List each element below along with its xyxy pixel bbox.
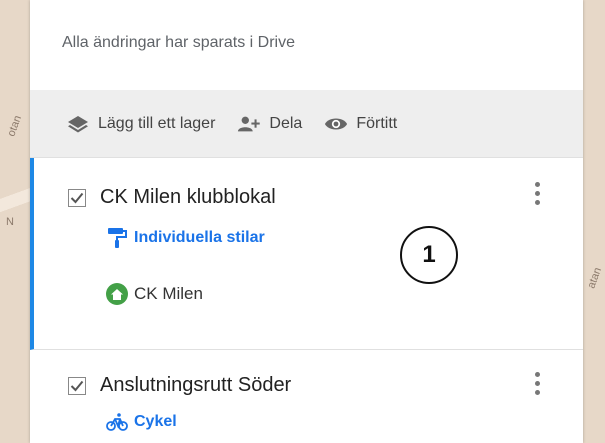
layer-header: CK Milen klubblokal (34, 158, 583, 209)
add-layer-label: Lägg till ett lager (98, 114, 216, 132)
layer-title[interactable]: CK Milen klubblokal (100, 186, 276, 209)
add-layer-button[interactable]: Lägg till ett lager (66, 112, 215, 136)
layer-header: Anslutningsrutt Söder (30, 350, 583, 397)
map-street-label-n: N (6, 216, 14, 228)
share-button[interactable]: Dela (237, 112, 302, 136)
layer-options-icon[interactable] (535, 182, 541, 205)
layer-checkbox[interactable] (68, 376, 86, 395)
save-status: Alla ändringar har sparats i Drive (62, 34, 295, 51)
style-label: Cykel (134, 413, 177, 430)
eye-icon (324, 112, 348, 136)
paint-roller-icon (106, 227, 128, 249)
share-label: Dela (269, 114, 303, 132)
layer-item[interactable]: CK Milen klubblokal Individuella stilar … (30, 158, 583, 350)
layer-options-icon[interactable] (535, 372, 541, 395)
style-link[interactable]: Individuella stilar (106, 227, 583, 249)
preview-button[interactable]: Förtitt (324, 112, 397, 136)
layer-item[interactable]: Anslutningsrutt Söder Cykel (30, 350, 583, 443)
layer-checkbox[interactable] (68, 188, 86, 207)
layer-title[interactable]: Anslutningsrutt Söder (100, 374, 291, 397)
add-person-icon (237, 112, 261, 136)
layers-icon (66, 112, 90, 136)
home-icon (106, 283, 128, 305)
preview-label: Förtitt (356, 114, 398, 132)
map-layers-panel: Alla ändringar har sparats i Drive Lägg … (30, 0, 583, 443)
style-link[interactable]: Cykel (106, 411, 583, 433)
style-label: Individuella stilar (134, 229, 265, 246)
layer-toolbar: Lägg till ett lager Dela Förtitt (30, 90, 583, 158)
item-label: CK Milen (134, 284, 203, 303)
bicycle-icon (106, 411, 128, 433)
list-item[interactable]: CK Milen (106, 283, 583, 305)
callout-marker: 1 (400, 226, 458, 284)
